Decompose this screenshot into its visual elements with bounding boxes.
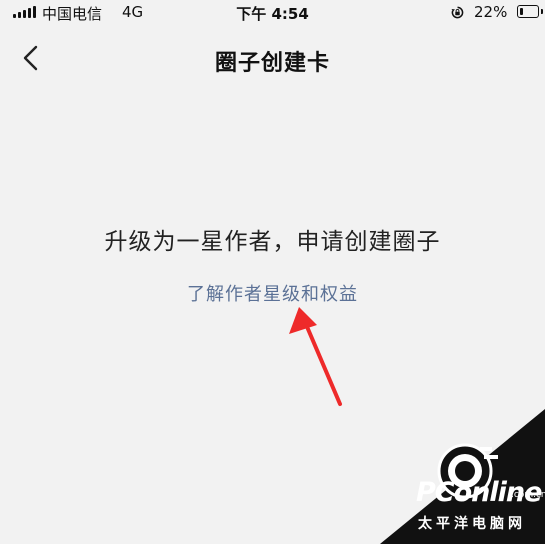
battery-icon: [517, 5, 543, 18]
page-title: 圈子创建卡: [214, 51, 330, 76]
screen: 中国电信 4G 下午 4:54 22% 圈子创建卡 升级为一星作者，申请创建圈子…: [0, 0, 545, 544]
main-content: 升级为一星作者，申请创建圈子 了解作者星级和权益: [0, 222, 545, 306]
battery-fill: [520, 8, 523, 15]
author-level-link[interactable]: 了解作者星级和权益: [187, 280, 358, 306]
watermark-domain: .com.cn: [511, 490, 545, 500]
status-bar: 中国电信 4G 下午 4:54 22%: [0, 0, 545, 26]
rotation-lock-icon: [451, 6, 464, 19]
nav-bar: 圈子创建卡: [0, 26, 545, 90]
battery-percent: 22%: [474, 3, 508, 21]
upgrade-headline: 升级为一星作者，申请创建圈子: [104, 229, 441, 255]
watermark-chinese: 太平洋电脑网: [418, 516, 526, 532]
